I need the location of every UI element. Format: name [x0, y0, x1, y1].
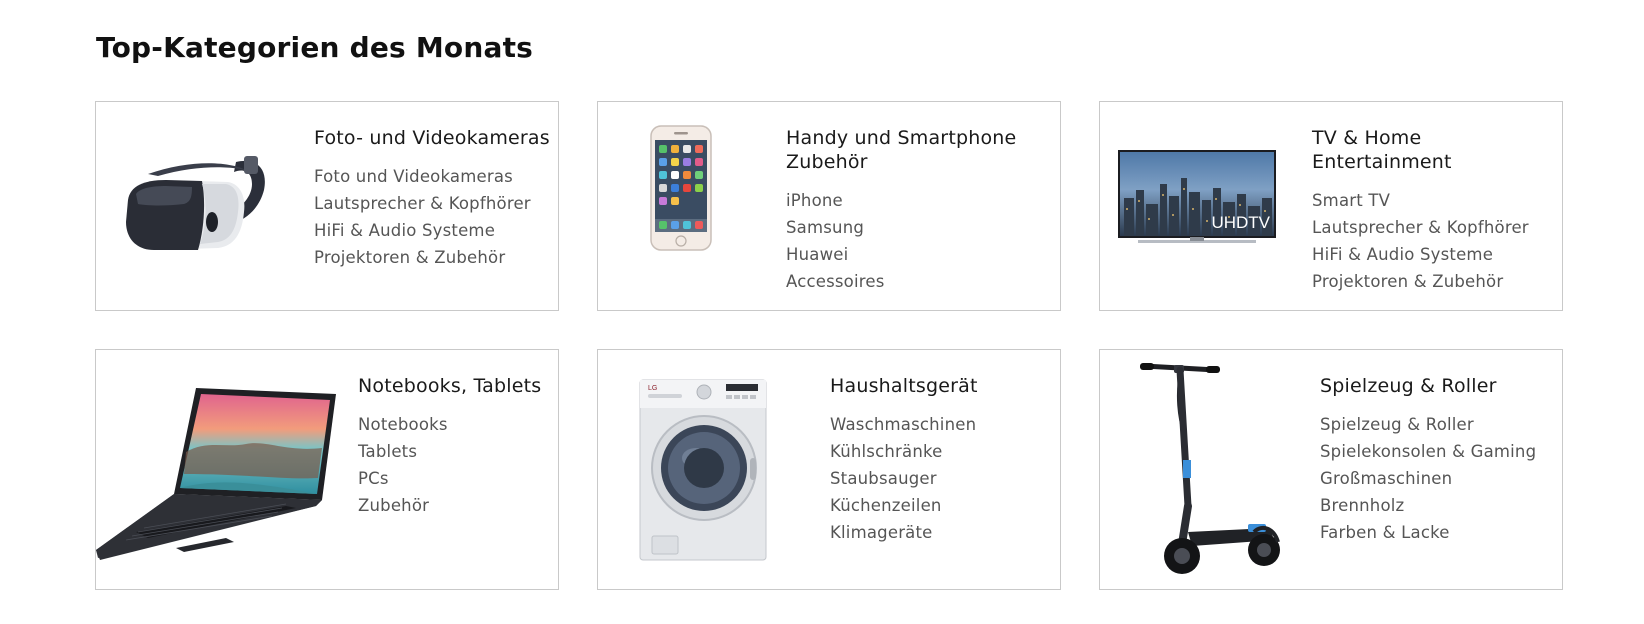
- subcategory-list: Spielzeug & Roller Spielekonsolen & Gami…: [1320, 411, 1558, 546]
- subcategory-link[interactable]: Huawei: [786, 241, 1056, 268]
- card-title[interactable]: TV & Home Entertainment: [1312, 126, 1558, 174]
- subcategory-link[interactable]: Spielzeug & Roller: [1320, 411, 1558, 438]
- category-card-tv-home-entertainment[interactable]: UHDTV TV & Home Entertainment Smart TV L…: [1099, 101, 1563, 311]
- subcategory-link[interactable]: Küchenzeilen: [830, 492, 1056, 519]
- subcategory-link[interactable]: Smart TV: [1312, 187, 1558, 214]
- subcategory-link[interactable]: PCs: [358, 465, 554, 492]
- subcategory-link[interactable]: Samsung: [786, 214, 1056, 241]
- category-card-foto-videokameras[interactable]: Foto- und Videokameras Foto und Videokam…: [95, 101, 559, 311]
- subcategory-link[interactable]: Lautsprecher & Kopfhörer: [1312, 214, 1558, 241]
- category-card-spielzeug-roller[interactable]: Spielzeug & Roller Spielzeug & Roller Sp…: [1099, 349, 1563, 590]
- subcategory-link[interactable]: Brennholz: [1320, 492, 1558, 519]
- subcategory-link[interactable]: Zubehör: [358, 492, 554, 519]
- subcategory-link[interactable]: Spielekonsolen & Gaming: [1320, 438, 1558, 465]
- subcategory-link[interactable]: Notebooks: [358, 411, 554, 438]
- subcategory-list: Notebooks Tablets PCs Zubehör: [358, 411, 554, 519]
- card-title[interactable]: Foto- und Videokameras: [314, 126, 554, 150]
- subcategory-link[interactable]: Großmaschinen: [1320, 465, 1558, 492]
- vr-headset-image[interactable]: [118, 142, 274, 262]
- subcategory-link[interactable]: Lautsprecher & Kopfhörer: [314, 190, 554, 217]
- subcategory-list: Foto und Videokameras Lautsprecher & Kop…: [314, 163, 554, 271]
- subcategory-link[interactable]: Waschmaschinen: [830, 411, 1056, 438]
- uhdtv-label: UHDTV: [1211, 213, 1270, 232]
- subcategory-link[interactable]: HiFi & Audio Systeme: [314, 217, 554, 244]
- subcategory-link[interactable]: Accessoires: [786, 268, 1056, 295]
- washing-machine-image[interactable]: LG: [638, 378, 768, 562]
- subcategory-link[interactable]: Tablets: [358, 438, 554, 465]
- subcategory-link[interactable]: Staubsauger: [830, 465, 1056, 492]
- category-card-haushaltsgeraet[interactable]: LG Haushaltsgerät Waschmaschinen Kühlsch…: [597, 349, 1061, 590]
- subcategory-link[interactable]: Kühlschränke: [830, 438, 1056, 465]
- category-card-notebooks-tablets[interactable]: Notebooks, Tablets Notebooks Tablets PCs…: [95, 349, 559, 590]
- subcategory-link[interactable]: HiFi & Audio Systeme: [1312, 241, 1558, 268]
- subcategory-link[interactable]: Projektoren & Zubehör: [1312, 268, 1558, 295]
- subcategory-list: Waschmaschinen Kühlschränke Staubsauger …: [830, 411, 1056, 546]
- card-title[interactable]: Notebooks, Tablets: [358, 374, 554, 398]
- laptop-image[interactable]: [96, 382, 340, 562]
- subcategory-link[interactable]: Foto und Videokameras: [314, 163, 554, 190]
- category-card-handy-smartphone[interactable]: Handy und Smartphone Zubehör iPhone Sams…: [597, 101, 1061, 311]
- subcategory-link[interactable]: Farben & Lacke: [1320, 519, 1558, 546]
- smartphone-image[interactable]: [643, 123, 719, 253]
- subcategory-list: iPhone Samsung Huawei Accessoires: [786, 187, 1056, 295]
- card-title[interactable]: Haushaltsgerät: [830, 374, 1056, 398]
- scooter-image[interactable]: [1130, 356, 1280, 584]
- subcategory-link[interactable]: Projektoren & Zubehör: [314, 244, 554, 271]
- subcategory-link[interactable]: iPhone: [786, 187, 1056, 214]
- tv-image[interactable]: UHDTV: [1118, 148, 1276, 248]
- section-title: Top-Kategorien des Monats: [96, 31, 534, 64]
- subcategory-list: Smart TV Lautsprecher & Kopfhörer HiFi &…: [1312, 187, 1558, 295]
- brand-logo: LG: [648, 385, 657, 392]
- card-title[interactable]: Spielzeug & Roller: [1320, 374, 1558, 398]
- card-title[interactable]: Handy und Smartphone Zubehör: [786, 126, 1056, 174]
- subcategory-link[interactable]: Klimageräte: [830, 519, 1056, 546]
